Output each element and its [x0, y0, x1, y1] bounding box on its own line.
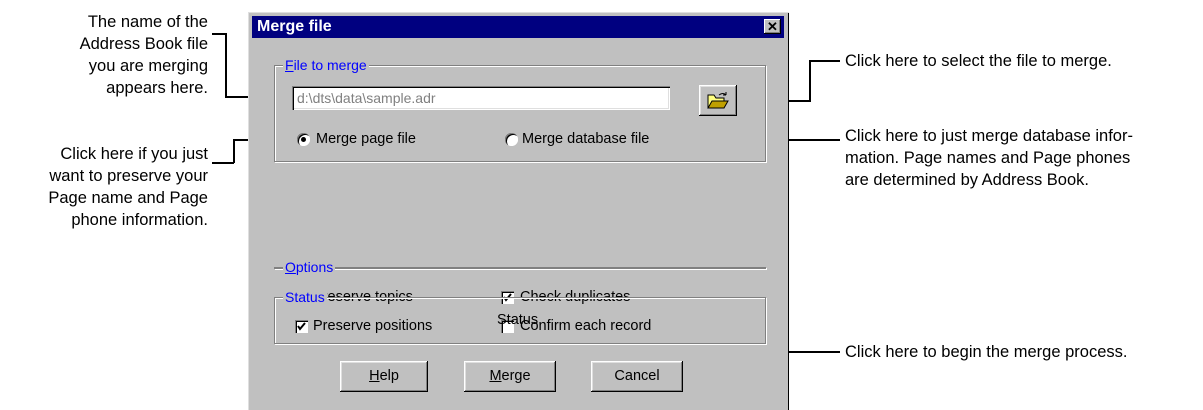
- merge-page-file-radio[interactable]: [297, 133, 310, 146]
- leader-line: [225, 33, 227, 97]
- leader-line: [233, 139, 235, 163]
- group-legend: File to merge: [283, 57, 369, 73]
- merge-button[interactable]: Merge: [464, 361, 556, 392]
- annotation-page-file: Click here if you just want to preserve …: [10, 143, 208, 231]
- merge-database-file-radio[interactable]: [505, 133, 518, 146]
- cancel-button[interactable]: Cancel: [591, 361, 683, 392]
- annotation-begin: Click here to begin the merge process.: [845, 341, 1127, 363]
- merge-file-dialog: Merge file ✕ File to merge d:\dts\data\s…: [248, 12, 789, 410]
- annotation-database: Click here to just merge database infor-…: [845, 125, 1133, 191]
- annotation-line: Address Book file: [79, 35, 208, 53]
- annotation-line: Page name and Page: [48, 189, 208, 207]
- annotation-line: phone information.: [71, 211, 208, 229]
- annotation-line: Click here to begin the merge process.: [845, 343, 1128, 361]
- merge-page-file-label[interactable]: Merge page file: [316, 130, 416, 148]
- leader-line: [212, 162, 234, 164]
- leader-line: [212, 33, 226, 35]
- annotation-line: are determined by Address Book.: [845, 171, 1089, 189]
- options-group: Options: [274, 259, 766, 275]
- close-icon: ✕: [767, 19, 778, 34]
- annotation-line: want to preserve your: [49, 167, 208, 185]
- help-button[interactable]: Help: [340, 361, 428, 392]
- close-button[interactable]: ✕: [764, 19, 781, 34]
- group-legend: Status: [283, 289, 327, 305]
- radio-selected-dot: [301, 137, 306, 142]
- status-text: Status: [497, 312, 539, 328]
- leader-line: [810, 60, 840, 62]
- annotation-select-file: Click here to select the file to merge.: [845, 50, 1112, 72]
- annotation-line: Click here to just merge database infor-: [845, 127, 1133, 145]
- merge-database-file-label[interactable]: Merge database file: [522, 130, 649, 148]
- folder-open-icon: [707, 92, 729, 109]
- dialog-title: Merge file: [257, 18, 332, 35]
- title-bar: Merge file ✕: [252, 16, 784, 38]
- annotation-line: Click here to select the file to merge.: [845, 52, 1112, 70]
- group-legend: Options: [283, 259, 336, 275]
- annotation-line: mation. Page names and Page phones: [845, 149, 1131, 167]
- annotation-line: Click here if you just: [60, 145, 208, 163]
- annotation-line: appears here.: [106, 79, 208, 97]
- file-path-field[interactable]: d:\dts\data\sample.adr: [292, 86, 670, 110]
- annotation-filename: The name of the Address Book file you ar…: [20, 11, 208, 99]
- annotation-line: you are merging: [88, 57, 208, 75]
- annotation-line: The name of the: [87, 13, 208, 31]
- browse-file-button[interactable]: [699, 85, 737, 116]
- leader-line: [809, 60, 811, 101]
